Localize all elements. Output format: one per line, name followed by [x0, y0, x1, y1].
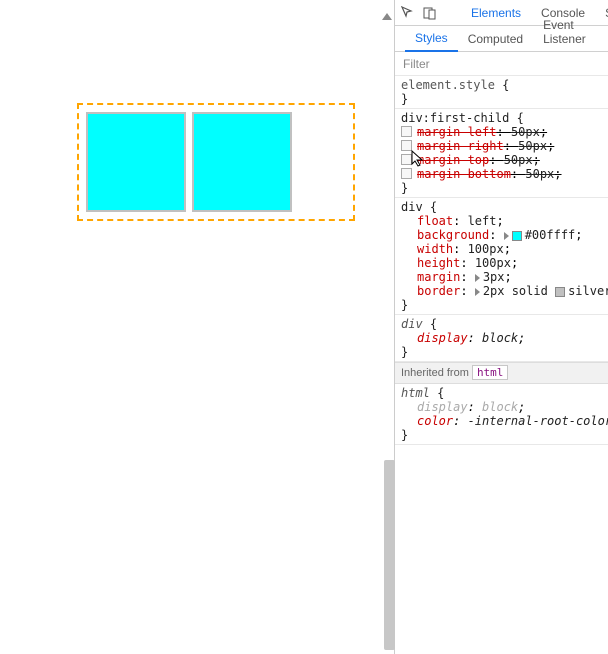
- decl-border[interactable]: border: 2px solid silver;: [401, 284, 604, 298]
- decl-display[interactable]: display: block;: [401, 331, 604, 345]
- cyan-box-2[interactable]: [192, 112, 292, 212]
- decl-margin-top[interactable]: margin-top: 50px;: [401, 153, 604, 167]
- page-viewport: [0, 0, 395, 654]
- subtab-event-listeners[interactable]: Event Listener: [533, 14, 608, 51]
- selector-text: div: [401, 200, 423, 214]
- decl-margin[interactable]: margin: 3px;: [401, 270, 604, 284]
- color-swatch-icon[interactable]: [512, 231, 522, 241]
- expand-icon[interactable]: [475, 274, 480, 282]
- decl-width[interactable]: width: 100px;: [401, 242, 604, 256]
- expand-icon[interactable]: [475, 288, 480, 296]
- scroll-up-indicator: [382, 13, 392, 20]
- rule-html-ua[interactable]: html { display: block; color: -internal-…: [395, 384, 608, 445]
- toggle-checkbox[interactable]: [401, 126, 412, 137]
- inherited-bar: Inherited from html: [395, 362, 608, 384]
- cyan-box-1[interactable]: [86, 112, 186, 212]
- decl-margin-bottom[interactable]: margin-bottom: 50px;: [401, 167, 604, 181]
- styles-filter[interactable]: Filter: [395, 52, 608, 76]
- decl-display-html[interactable]: display: block;: [401, 400, 604, 414]
- toggle-checkbox[interactable]: [401, 140, 412, 151]
- inherited-tag[interactable]: html: [472, 365, 509, 380]
- decl-color-html[interactable]: color: -internal-root-color;: [401, 414, 604, 428]
- rule-element-style[interactable]: element.style { }: [395, 76, 608, 109]
- decl-background[interactable]: background: #00ffff;: [401, 228, 604, 242]
- rule-div[interactable]: div { float: left; background: #00ffff; …: [395, 198, 608, 315]
- devtools-sub-tabs: Styles Computed Event Listener: [395, 26, 608, 52]
- selector-text: element.style: [401, 78, 495, 92]
- color-swatch-icon[interactable]: [555, 287, 565, 297]
- expand-icon[interactable]: [504, 232, 509, 240]
- decl-height[interactable]: height: 100px;: [401, 256, 604, 270]
- subtab-styles[interactable]: Styles: [405, 27, 458, 52]
- subtab-computed[interactable]: Computed: [458, 28, 533, 51]
- device-toggle-icon[interactable]: [423, 5, 437, 21]
- highlighted-container[interactable]: [77, 103, 355, 221]
- toggle-checkbox[interactable]: [401, 154, 412, 165]
- scrollbar-thumb[interactable]: [384, 460, 395, 650]
- inherited-label: Inherited from: [401, 367, 469, 379]
- inspect-icon[interactable]: [401, 5, 415, 21]
- decl-margin-right[interactable]: margin-right: 50px;: [401, 139, 604, 153]
- toggle-checkbox[interactable]: [401, 168, 412, 179]
- decl-margin-left[interactable]: margin-left: 50px;: [401, 125, 604, 139]
- tab-elements[interactable]: Elements: [471, 6, 521, 20]
- decl-float[interactable]: float: left;: [401, 214, 604, 228]
- selector-text: div:first-child: [401, 111, 509, 125]
- rule-div-first-child[interactable]: div:first-child { margin-left: 50px; mar…: [395, 109, 608, 198]
- selector-text: div: [401, 317, 423, 331]
- selector-text: html: [401, 386, 430, 400]
- rule-div-ua[interactable]: div { display: block; }: [395, 315, 608, 362]
- filter-placeholder: Filter: [403, 57, 430, 71]
- devtools-panel: Elements Console Sou Styles Computed Eve…: [395, 0, 608, 654]
- styles-pane[interactable]: element.style { } div:first-child { marg…: [395, 76, 608, 654]
